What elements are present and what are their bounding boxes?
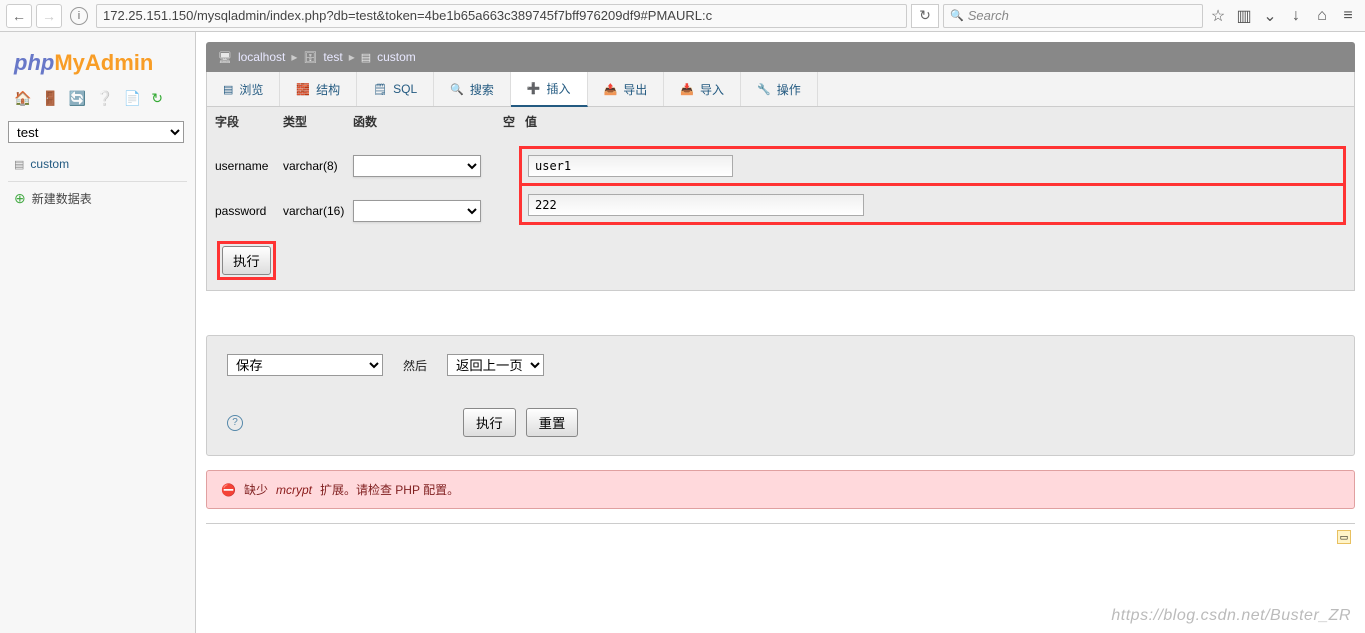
menu-icon[interactable]: ≡ (1337, 7, 1359, 25)
insert-icon: ➕ (527, 82, 541, 95)
back-button[interactable]: ← (6, 4, 32, 28)
breadcrumb-table[interactable]: custom (377, 50, 416, 64)
structure-icon: 🧱 (296, 83, 310, 96)
phpmyadmin-logo: phpMyAdmin (14, 50, 187, 76)
tab-search[interactable]: 🔍搜索 (434, 72, 511, 106)
field-type: varchar(8) (283, 159, 353, 173)
field-row-password: password varchar(16) (207, 186, 1354, 235)
function-select-username[interactable] (353, 155, 481, 177)
home-icon[interactable]: ⌂ (1311, 7, 1333, 25)
site-info-icon[interactable]: i (70, 7, 88, 25)
export-icon: 📤 (604, 83, 618, 96)
database-icon: 🗄 (303, 51, 317, 64)
field-type: varchar(16) (283, 204, 353, 218)
sql-icon: 🗒 (373, 83, 387, 96)
header-func: 函数 (353, 113, 503, 130)
field-header: 字段 类型 函数 空 值 (207, 107, 1354, 136)
warning-text-prefix: 缺少 (244, 481, 268, 498)
wrench-icon: 🔧 (757, 83, 771, 96)
tab-import[interactable]: 📥导入 (664, 72, 741, 106)
tab-operations[interactable]: 🔧操作 (741, 72, 818, 106)
field-name: username (215, 159, 283, 173)
value-input-username[interactable] (528, 155, 733, 177)
header-field: 字段 (215, 113, 283, 130)
reload-icon[interactable]: ↻ (151, 90, 163, 107)
divider (206, 523, 1355, 524)
docs-icon[interactable]: ❔ (96, 90, 113, 107)
tab-sql[interactable]: 🗒SQL (357, 72, 434, 106)
browse-icon: ▤ (223, 83, 233, 96)
tabs: ▤浏览 🧱结构 🗒SQL 🔍搜索 ➕插入 📤导出 📥导入 🔧操作 (206, 72, 1355, 107)
watermark: https://blog.csdn.net/Buster_ZR (1111, 607, 1351, 625)
breadcrumb-server[interactable]: localhost (238, 50, 285, 64)
url-bar[interactable]: 172.25.151.150/mysqladmin/index.php?db=t… (96, 4, 907, 28)
warning-mcrypt-link[interactable]: mcrypt (276, 483, 312, 497)
value-input-password[interactable] (528, 194, 864, 216)
save-mode-select[interactable]: 保存 (227, 354, 383, 376)
warning-box: 缺少 mcrypt 扩展。请检查 PHP 配置。 (206, 470, 1355, 509)
home-icon[interactable]: 🏠 (14, 90, 31, 107)
help-icon[interactable]: ? (227, 415, 243, 431)
insert-form: 字段 类型 函数 空 值 username varchar(8) passw (206, 107, 1355, 291)
server-icon: 🖥 (218, 51, 232, 64)
bookmark-icon[interactable]: ☆ (1207, 6, 1229, 26)
query-icon[interactable]: 🔄 (69, 90, 86, 107)
sql-icon[interactable]: 📄 (124, 90, 141, 107)
search-icon: 🔍 (450, 83, 464, 96)
import-icon: 📥 (680, 83, 694, 96)
browser-toolbar: ← → i 172.25.151.150/mysqladmin/index.ph… (0, 0, 1365, 32)
database-select[interactable]: test (8, 121, 184, 143)
then-label: 然后 (403, 357, 427, 374)
search-bar[interactable]: Search (943, 4, 1203, 28)
insert-options-box: 保存 然后 返回上一页 ? 执行 重置 (206, 335, 1355, 456)
table-link-custom[interactable]: custom (8, 153, 187, 175)
warning-text-suffix: 扩展。请检查 PHP 配置。 (320, 481, 459, 498)
go-button[interactable]: 执行 (222, 246, 271, 275)
main-content: 🖥 localhost ▸ 🗄 test ▸ ▤ custom ▤浏览 🧱结构 … (196, 32, 1365, 633)
sidebar: phpMyAdmin 🏠 🚪 🔄 ❔ 📄 ↻ test custom 新建数据表 (0, 32, 196, 633)
field-name: password (215, 204, 283, 218)
header-null: 空 (503, 113, 525, 130)
header-type: 类型 (283, 113, 353, 130)
function-select-password[interactable] (353, 200, 481, 222)
sidebar-quick-icons: 🏠 🚪 🔄 ❔ 📄 ↻ (14, 90, 187, 107)
pocket-icon[interactable]: ⌄ (1259, 6, 1281, 26)
go-button-bottom[interactable]: 执行 (463, 408, 516, 437)
expand-toggle[interactable]: ▭ (1337, 530, 1351, 544)
tab-browse[interactable]: ▤浏览 (207, 72, 280, 106)
tab-export[interactable]: 📤导出 (588, 72, 665, 106)
breadcrumb: 🖥 localhost ▸ 🗄 test ▸ ▤ custom (206, 42, 1355, 72)
forward-button[interactable]: → (36, 4, 62, 28)
table-icon: ▤ (361, 51, 371, 64)
after-action-select[interactable]: 返回上一页 (447, 354, 544, 376)
library-icon[interactable]: ▥ (1233, 6, 1255, 26)
logout-icon[interactable]: 🚪 (41, 90, 58, 107)
go-button-highlight: 执行 (217, 241, 276, 280)
downloads-icon[interactable]: ↓ (1285, 7, 1307, 25)
breadcrumb-db[interactable]: test (323, 50, 342, 64)
header-value: 值 (525, 113, 1346, 130)
tab-structure[interactable]: 🧱结构 (280, 72, 357, 106)
reload-button[interactable]: ↻ (911, 4, 939, 28)
reset-button[interactable]: 重置 (526, 408, 579, 437)
new-table-button[interactable]: 新建数据表 (8, 181, 187, 215)
value-highlight-box (519, 180, 1346, 225)
tab-insert[interactable]: ➕插入 (511, 72, 588, 107)
